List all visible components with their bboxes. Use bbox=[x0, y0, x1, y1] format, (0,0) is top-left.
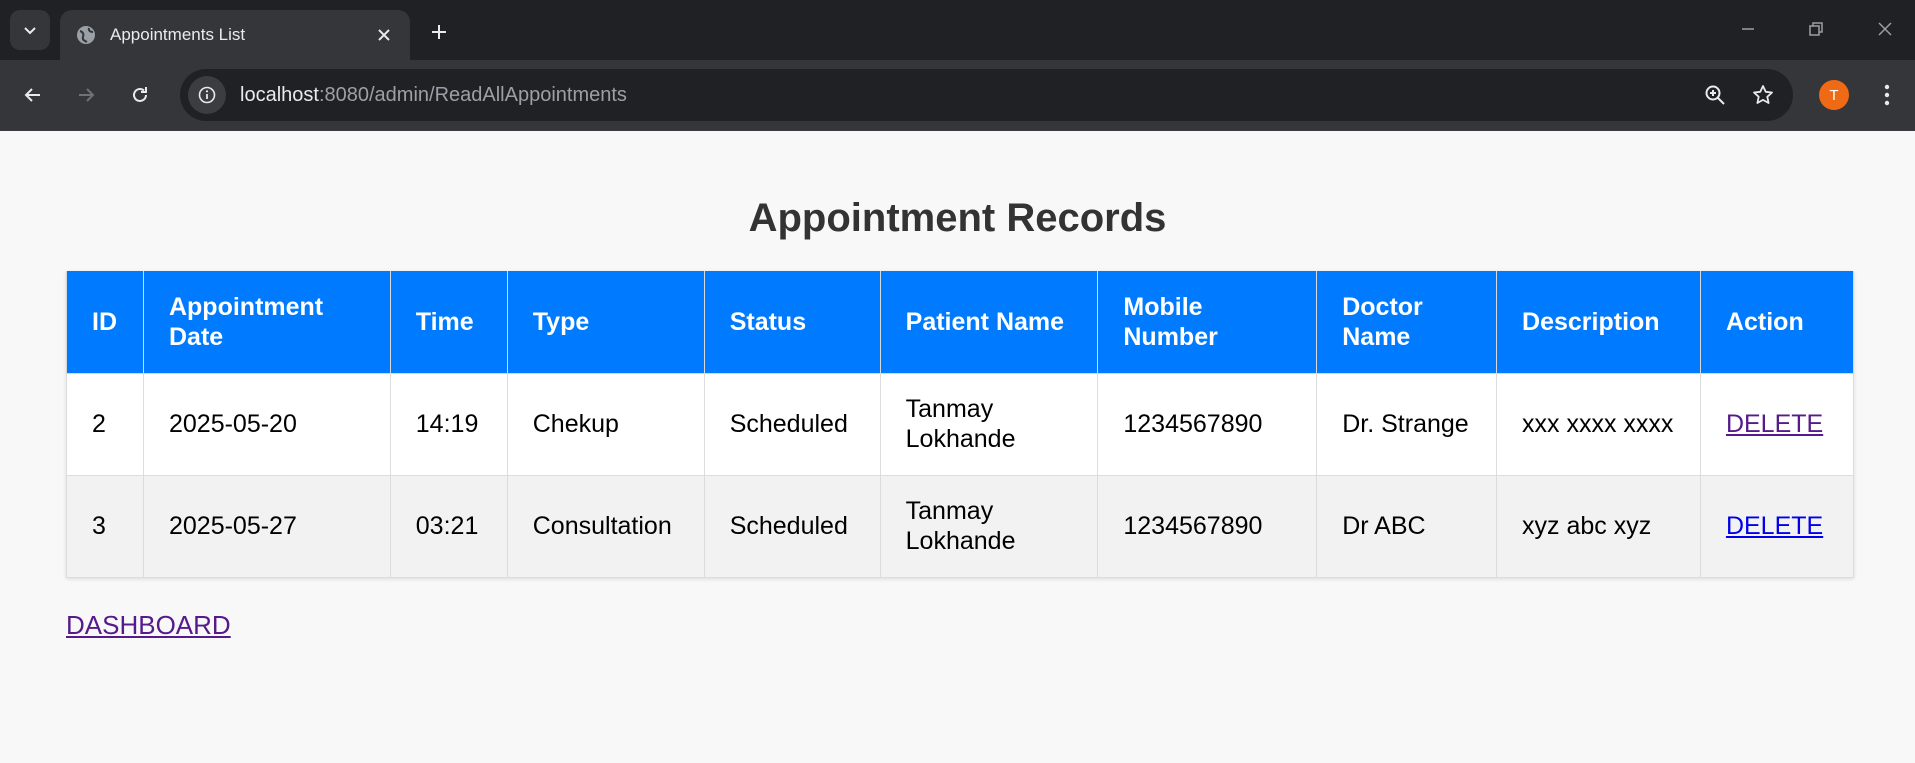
column-header-status: Status bbox=[703, 271, 881, 374]
bookmark-button[interactable] bbox=[1745, 77, 1781, 113]
minimize-icon bbox=[1742, 28, 1754, 30]
cell-id: 2 bbox=[66, 372, 144, 476]
column-header-type: Type bbox=[506, 271, 705, 374]
dashboard-link[interactable]: DASHBOARD bbox=[66, 610, 231, 641]
info-icon bbox=[198, 86, 216, 104]
column-header-description: Description bbox=[1496, 271, 1701, 374]
delete-link[interactable]: DELETE bbox=[1726, 512, 1823, 540]
cell-description: xxx xxxx xxxx bbox=[1496, 372, 1701, 476]
address-bar[interactable]: localhost:8080/admin/ReadAllAppointments bbox=[180, 69, 1793, 121]
column-header-id: ID bbox=[66, 271, 144, 374]
table-row: 2 2025-05-20 14:19 Chekup Scheduled Tanm… bbox=[66, 372, 1855, 476]
url-text[interactable]: localhost:8080/admin/ReadAllAppointments bbox=[240, 84, 1697, 107]
cell-mobile: 1234567890 bbox=[1097, 372, 1318, 476]
minimize-button[interactable] bbox=[1733, 14, 1763, 44]
chrome-divider bbox=[0, 130, 1915, 131]
reload-icon bbox=[133, 87, 147, 102]
page-title: Appointment Records bbox=[748, 196, 1167, 240]
cell-type: Chekup bbox=[506, 372, 705, 476]
url-host: localhost bbox=[240, 83, 319, 106]
active-tab[interactable]: Appointments List bbox=[60, 10, 410, 60]
tab-search-button[interactable] bbox=[10, 10, 50, 50]
cell-time: 14:19 bbox=[389, 372, 508, 476]
cell-status: Scheduled bbox=[703, 372, 881, 476]
cell-id: 3 bbox=[66, 474, 144, 578]
browser-toolbar: localhost:8080/admin/ReadAllAppointments… bbox=[0, 60, 1915, 130]
column-header-patient: Patient Name bbox=[879, 271, 1099, 374]
cell-description: xyz abc xyz bbox=[1496, 474, 1701, 578]
tab-close-icon[interactable] bbox=[374, 25, 394, 45]
back-button[interactable] bbox=[15, 77, 51, 113]
cell-patient: Tanmay Lokhande bbox=[879, 372, 1099, 476]
site-info-button[interactable] bbox=[188, 76, 226, 114]
star-icon bbox=[1753, 85, 1773, 104]
reload-button[interactable] bbox=[122, 77, 158, 113]
cell-mobile: 1234567890 bbox=[1097, 474, 1318, 578]
forward-button[interactable] bbox=[68, 77, 104, 113]
chevron-down-icon bbox=[24, 27, 36, 35]
cell-action: DELETE bbox=[1699, 474, 1855, 578]
tab-strip: Appointments List bbox=[0, 0, 1915, 60]
arrow-right-icon bbox=[79, 88, 95, 102]
column-header-time: Time bbox=[389, 271, 508, 374]
cell-date: 2025-05-20 bbox=[142, 372, 391, 476]
cell-type: Consultation bbox=[506, 474, 705, 578]
zoom-button[interactable] bbox=[1697, 77, 1733, 113]
cell-doctor: Dr. Strange bbox=[1316, 372, 1498, 476]
cell-doctor: Dr ABC bbox=[1316, 474, 1498, 578]
column-header-mobile: Mobile Number bbox=[1097, 271, 1318, 374]
cell-action: DELETE bbox=[1699, 372, 1855, 476]
table-row: 3 2025-05-27 03:21 Consultation Schedule… bbox=[66, 474, 1855, 578]
arrow-left-icon bbox=[24, 88, 40, 102]
profile-avatar[interactable]: T bbox=[1819, 80, 1849, 110]
restore-icon bbox=[1809, 22, 1823, 36]
column-header-action: Action bbox=[1699, 271, 1855, 374]
cell-time: 03:21 bbox=[389, 474, 508, 578]
column-header-date: Appointment Date bbox=[142, 271, 391, 374]
globe-icon bbox=[77, 26, 95, 44]
more-vert-icon bbox=[1884, 84, 1890, 106]
appointments-table: ID Appointment Date Time Type Status Pat… bbox=[66, 271, 1855, 578]
plus-icon bbox=[432, 25, 446, 39]
zoom-in-icon bbox=[1705, 85, 1725, 105]
tab-title: Appointments List bbox=[110, 25, 246, 44]
cell-date: 2025-05-27 bbox=[142, 474, 391, 578]
close-window-button[interactable] bbox=[1870, 14, 1900, 44]
column-header-doctor: Doctor Name bbox=[1316, 271, 1498, 374]
table-header-row: ID Appointment Date Time Type Status Pat… bbox=[66, 271, 1855, 374]
page-content: Appointment Records ID Appointment Date … bbox=[0, 193, 1915, 641]
url-path: :8080/admin/ReadAllAppointments bbox=[318, 83, 627, 106]
browser-menu-button[interactable] bbox=[1872, 80, 1902, 110]
cell-patient: Tanmay Lokhande bbox=[879, 474, 1099, 578]
new-tab-button[interactable] bbox=[424, 17, 454, 47]
delete-link[interactable]: DELETE bbox=[1726, 410, 1823, 438]
cell-status: Scheduled bbox=[703, 474, 881, 578]
restore-button[interactable] bbox=[1801, 14, 1831, 44]
close-icon bbox=[1878, 22, 1892, 36]
